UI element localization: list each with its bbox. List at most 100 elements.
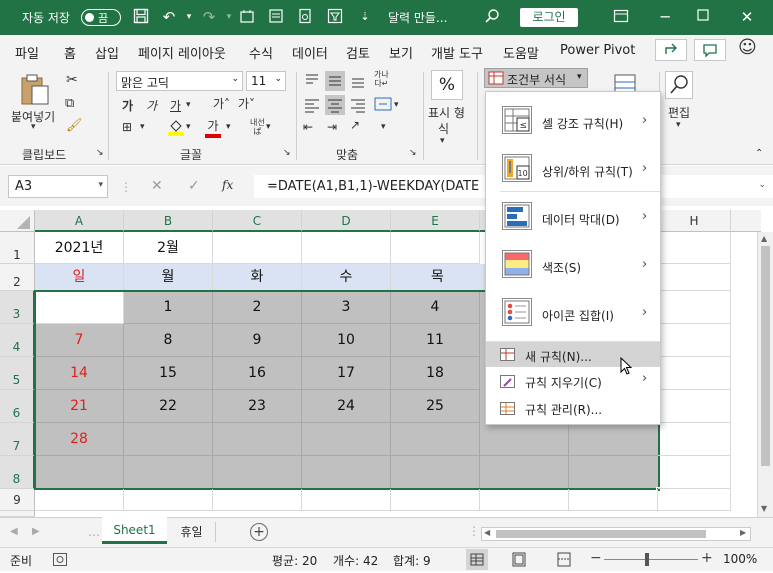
underline-dropdown-icon[interactable]: ▾ — [186, 100, 191, 110]
clipboard-launcher-icon[interactable]: ↘ — [96, 148, 104, 158]
cell-c1[interactable] — [213, 232, 302, 264]
date-cell[interactable] — [569, 456, 659, 489]
shrink-font-icon[interactable]: 가˅ — [238, 95, 255, 112]
column-header-d[interactable]: D — [302, 210, 391, 232]
weekday-mon[interactable]: 월 — [124, 264, 213, 291]
tab-data[interactable]: 데이터 — [292, 43, 328, 62]
enter-icon[interactable]: ✓ — [188, 178, 200, 194]
increase-indent-icon[interactable]: ⇥ — [327, 120, 337, 134]
cell-h8[interactable] — [658, 456, 731, 489]
cell-d9[interactable] — [302, 489, 391, 511]
expand-formula-icon[interactable]: ⌄ — [758, 180, 766, 190]
date-cell[interactable]: 9 — [213, 324, 302, 357]
close-icon[interactable]: ✕ — [738, 8, 756, 26]
date-cell-sunday[interactable]: 21 — [35, 390, 124, 423]
weekday-sun[interactable]: 일 — [35, 264, 124, 291]
scroll-down-icon[interactable]: ▼ — [761, 504, 767, 513]
orientation-icon[interactable]: ↗ — [350, 118, 360, 132]
row-header-7[interactable]: 7 — [0, 423, 35, 456]
tab-developer[interactable]: 개발 도구 — [431, 43, 483, 62]
align-right-icon[interactable] — [349, 96, 367, 114]
orientation-dropdown-icon[interactable]: ▾ — [381, 122, 386, 132]
italic-icon[interactable]: 가 — [146, 97, 157, 114]
undo-icon[interactable]: ↶ — [160, 8, 178, 26]
zoom-level[interactable]: 100% — [723, 552, 757, 566]
font-size-box[interactable]: 11 ⌄ — [246, 71, 286, 91]
weekday-thu[interactable]: 목 — [391, 264, 485, 291]
copy-icon[interactable]: ⧉ — [65, 96, 74, 111]
date-cell[interactable]: 11 — [391, 324, 480, 357]
page-break-view-button[interactable] — [553, 549, 575, 570]
date-cell[interactable]: 18 — [391, 357, 480, 390]
select-all-button[interactable] — [0, 210, 35, 232]
feedback-smiley-icon[interactable]: ☺ — [738, 37, 757, 58]
number-format-label-line2[interactable]: 식 — [438, 120, 449, 137]
font-color-icon[interactable]: 가 — [205, 117, 221, 138]
font-color-dropdown-icon[interactable]: ▾ — [226, 122, 231, 132]
menu-item-top-bottom-rules[interactable]: 10 상위/하위 규칙(T) › — [486, 144, 660, 192]
paste-icon[interactable] — [18, 74, 52, 106]
date-cell-sunday[interactable]: 14 — [35, 357, 124, 390]
tab-help[interactable]: 도움말 — [503, 43, 539, 62]
tab-review[interactable]: 검토 — [346, 43, 370, 62]
cell-a1[interactable]: 2021년 — [35, 232, 124, 264]
zoom-in-icon[interactable]: + — [701, 550, 713, 566]
date-cell-sunday[interactable]: 28 — [35, 423, 124, 456]
redo-icon[interactable]: ↷ — [200, 8, 218, 26]
scroll-right-icon[interactable]: ▶ — [740, 528, 746, 537]
cell-h5[interactable] — [658, 357, 731, 390]
cell-h2[interactable] — [658, 264, 731, 291]
row-header-5[interactable]: 5 — [0, 357, 35, 390]
find-icon[interactable] — [665, 71, 693, 99]
autosave-toggle[interactable]: 끔 — [81, 9, 121, 26]
scroll-left-icon[interactable]: ◀ — [484, 528, 490, 537]
new-window-icon[interactable] — [238, 8, 256, 26]
number-format-label[interactable]: 표시 형 — [428, 104, 465, 121]
align-bottom-icon[interactable] — [349, 71, 367, 89]
sheet-tab-sheet1[interactable]: Sheet1 — [102, 517, 167, 544]
date-cell[interactable] — [213, 456, 302, 489]
zoom-slider-thumb[interactable] — [645, 553, 649, 566]
maximize-icon[interactable] — [694, 8, 712, 26]
cell-h7[interactable] — [658, 423, 731, 456]
weekday-wed[interactable]: 수 — [302, 264, 391, 291]
print-preview-icon[interactable] — [296, 8, 314, 26]
tab-insert[interactable]: 삽입 — [95, 43, 119, 62]
page-layout-view-button[interactable] — [508, 549, 530, 570]
row-header-3[interactable]: 3 — [0, 291, 35, 324]
date-cell[interactable] — [302, 423, 391, 456]
date-cell[interactable] — [124, 423, 213, 456]
cell-h4[interactable] — [658, 324, 731, 357]
cell-e9[interactable] — [391, 489, 480, 511]
tab-page-layout[interactable]: 페이지 레이아웃 — [138, 43, 226, 62]
chevron-down-icon[interactable]: ⌄ — [231, 74, 239, 84]
form-icon[interactable] — [267, 8, 285, 26]
align-center-icon[interactable] — [325, 95, 345, 115]
formula-input-ext[interactable]: ⌄ — [660, 175, 773, 198]
date-cell[interactable]: 17 — [302, 357, 391, 390]
cell-g9[interactable] — [569, 489, 658, 511]
add-sheet-button[interactable]: + — [250, 523, 268, 541]
date-cell[interactable]: 3 — [302, 291, 391, 324]
phonetic-dropdown-icon[interactable]: ▾ — [266, 122, 271, 132]
font-name-box[interactable]: 맑은 고딕 ⌄ — [116, 71, 243, 91]
merge-dropdown-icon[interactable]: ▾ — [394, 100, 399, 110]
zoom-out-icon[interactable]: − — [590, 550, 602, 566]
filter-icon[interactable] — [326, 8, 344, 26]
signin-button[interactable]: 로그인 — [520, 8, 578, 27]
sheet-tab-holiday[interactable]: 휴일 — [168, 522, 216, 542]
name-box[interactable]: A3 ▾ — [8, 175, 108, 198]
menu-item-manage-rules[interactable]: 규칙 관리(R)... — [486, 395, 660, 421]
tab-view[interactable]: 보기 — [389, 43, 413, 62]
date-cell[interactable] — [480, 423, 569, 456]
date-cell[interactable]: 16 — [213, 357, 302, 390]
date-cell[interactable] — [391, 456, 480, 489]
date-cell[interactable] — [124, 456, 213, 489]
alignment-launcher-icon[interactable]: ↘ — [409, 148, 417, 158]
date-cell[interactable]: 24 — [302, 390, 391, 423]
ribbon-display-icon[interactable] — [612, 8, 630, 26]
column-header-e[interactable]: E — [391, 210, 480, 232]
row-header-8[interactable]: 8 — [0, 456, 35, 489]
cell-h9[interactable] — [658, 489, 731, 511]
tab-power-pivot[interactable]: Power Pivot — [560, 43, 635, 58]
